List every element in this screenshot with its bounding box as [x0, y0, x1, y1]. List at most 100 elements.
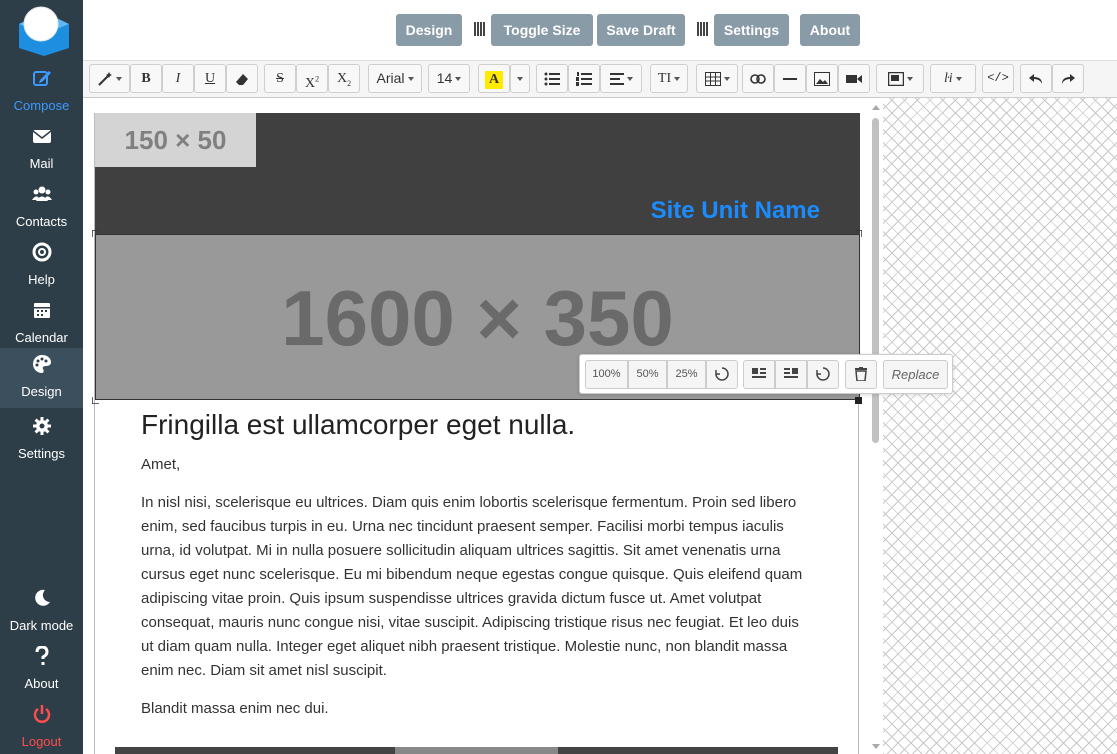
sidebar-label: Logout — [21, 734, 62, 749]
redo-button[interactable] — [1052, 64, 1084, 93]
text-direction-dropdown[interactable]: ŀi — [930, 64, 976, 93]
numbered-list-button[interactable] — [568, 64, 600, 93]
rotate-reset-icon — [816, 367, 830, 381]
background-dropdown[interactable] — [876, 64, 924, 93]
horizontal-scrollbar[interactable] — [115, 747, 838, 754]
text-height-icon: TI — [657, 71, 672, 86]
resize-handle-bottom-left[interactable] — [92, 397, 99, 404]
app-logo[interactable] — [17, 4, 71, 56]
numbered-list-icon — [576, 72, 592, 87]
calendar-icon — [0, 300, 83, 326]
align-dropdown[interactable] — [600, 64, 642, 93]
toggle-size-button[interactable]: Toggle Size — [491, 14, 593, 46]
sidebar-item-logout[interactable]: Logout — [0, 698, 83, 754]
sidebar-item-about[interactable]: About — [0, 640, 83, 698]
insert-image-button[interactable] — [806, 64, 838, 93]
sidebar-label: About — [24, 676, 59, 691]
italic-button[interactable]: I — [162, 64, 194, 93]
about-button[interactable]: About — [800, 14, 860, 46]
scrollbar-thumb[interactable] — [395, 747, 558, 754]
settings-button[interactable]: Settings — [714, 14, 789, 46]
email-template[interactable]: 150 × 50 Site Unit Name 1600 × 350 Fring… — [94, 113, 860, 754]
trash-icon — [855, 367, 867, 382]
font-size-dropdown[interactable]: 14 — [428, 64, 470, 93]
underline-button[interactable]: U — [194, 64, 226, 93]
scroll-down-icon[interactable] — [872, 744, 880, 749]
drag-handle-icon[interactable] — [697, 22, 709, 38]
table-dropdown[interactable] — [696, 64, 738, 93]
email-heading[interactable]: Fringilla est ullamcorper eget nulla. — [141, 409, 811, 441]
reset-size-button[interactable] — [706, 360, 738, 389]
strikethrough-icon: S — [276, 71, 284, 86]
eraser-button[interactable] — [226, 64, 258, 93]
superscript-button[interactable]: X2 — [296, 64, 328, 93]
sidebar-item-help[interactable]: Help — [0, 236, 83, 294]
scroll-up-icon[interactable] — [872, 105, 880, 110]
editor-toolbar: B I U S X2 X2 Arial 14 A TI ŀi </> — [83, 60, 1117, 98]
bullet-list-button[interactable] — [536, 64, 568, 93]
vertical-scrollbar[interactable] — [868, 102, 882, 752]
site-unit-name[interactable]: Site Unit Name — [651, 197, 820, 225]
palette-icon — [0, 354, 83, 380]
sidebar-item-compose[interactable]: Compose — [0, 62, 83, 120]
drag-handle-icon[interactable] — [474, 22, 486, 38]
scrollbar-thumb[interactable] — [872, 118, 879, 443]
code-view-button[interactable]: </> — [982, 64, 1014, 93]
font-name-dropdown[interactable]: Arial — [368, 64, 422, 93]
float-left-icon — [752, 368, 766, 379]
email-header: 150 × 50 Site Unit Name — [95, 113, 860, 234]
sidebar-label: Dark mode — [9, 618, 74, 633]
italic-script-icon: ŀi — [944, 71, 953, 86]
horizontal-rule-button[interactable] — [774, 64, 806, 93]
rotate-reset-icon — [715, 367, 729, 381]
sidebar-item-dark-mode[interactable]: Dark mode — [0, 582, 83, 640]
float-right-button[interactable] — [775, 360, 807, 389]
email-closing[interactable]: Blandit massa enim nec dui. — [141, 697, 811, 721]
email-body[interactable]: Fringilla est ullamcorper eget nulla. Am… — [141, 409, 811, 735]
text-color-dropdown[interactable] — [510, 64, 530, 93]
design-button[interactable]: Design — [396, 14, 462, 46]
sidebar-item-mail[interactable]: Mail — [0, 120, 83, 178]
video-icon — [846, 75, 862, 84]
subscript-button[interactable]: X2 — [328, 64, 360, 93]
sidebar-item-settings[interactable]: Settings — [0, 410, 83, 468]
email-greeting[interactable]: Amet, — [141, 453, 811, 477]
logo-placeholder[interactable]: 150 × 50 — [95, 113, 256, 167]
sidebar-item-contacts[interactable]: Contacts — [0, 178, 83, 236]
bullet-list-icon — [544, 72, 560, 86]
strikethrough-button[interactable]: S — [264, 64, 296, 93]
remove-image-button[interactable] — [845, 360, 877, 389]
italic-icon: I — [175, 71, 181, 86]
bold-button[interactable]: B — [130, 64, 162, 93]
insert-video-button[interactable] — [838, 64, 870, 93]
image-popover: 100% 50% 25% Replace — [579, 354, 953, 394]
sidebar-item-calendar[interactable]: Calendar — [0, 294, 83, 352]
float-left-button[interactable] — [743, 360, 775, 389]
resize-50-button[interactable]: 50% — [628, 360, 667, 389]
question-icon — [0, 645, 83, 672]
resize-handle-top-left[interactable] — [92, 230, 99, 237]
text-color-button[interactable]: A — [478, 64, 510, 93]
resize-handle-bottom-right[interactable] — [855, 397, 862, 404]
subscript-icon: X2 — [336, 71, 352, 88]
magic-wand-dropdown[interactable] — [89, 64, 130, 93]
gear-icon — [0, 416, 83, 442]
undo-button[interactable] — [1020, 64, 1052, 93]
image-icon — [814, 72, 830, 87]
sidebar: Compose Mail Contacts Help Calendar Desi… — [0, 0, 83, 754]
code-icon: </> — [987, 71, 1009, 85]
email-paragraph[interactable]: In nisl nisi, scelerisque eu ultrices. D… — [141, 491, 811, 683]
resize-25-button[interactable]: 25% — [667, 360, 706, 389]
link-button[interactable] — [742, 64, 774, 93]
moon-icon — [0, 588, 83, 614]
chevron-down-icon — [517, 77, 523, 82]
save-draft-button[interactable]: Save Draft — [597, 14, 685, 46]
float-none-button[interactable] — [807, 360, 839, 389]
resize-handle-top-right[interactable] — [855, 230, 862, 237]
resize-100-button[interactable]: 100% — [585, 360, 628, 389]
power-icon — [0, 704, 83, 730]
replace-image-button[interactable]: Replace — [883, 360, 948, 389]
sidebar-item-design[interactable]: Design — [0, 348, 83, 408]
sidebar-label: Calendar — [15, 330, 68, 345]
text-style-dropdown[interactable]: TI — [650, 64, 688, 93]
